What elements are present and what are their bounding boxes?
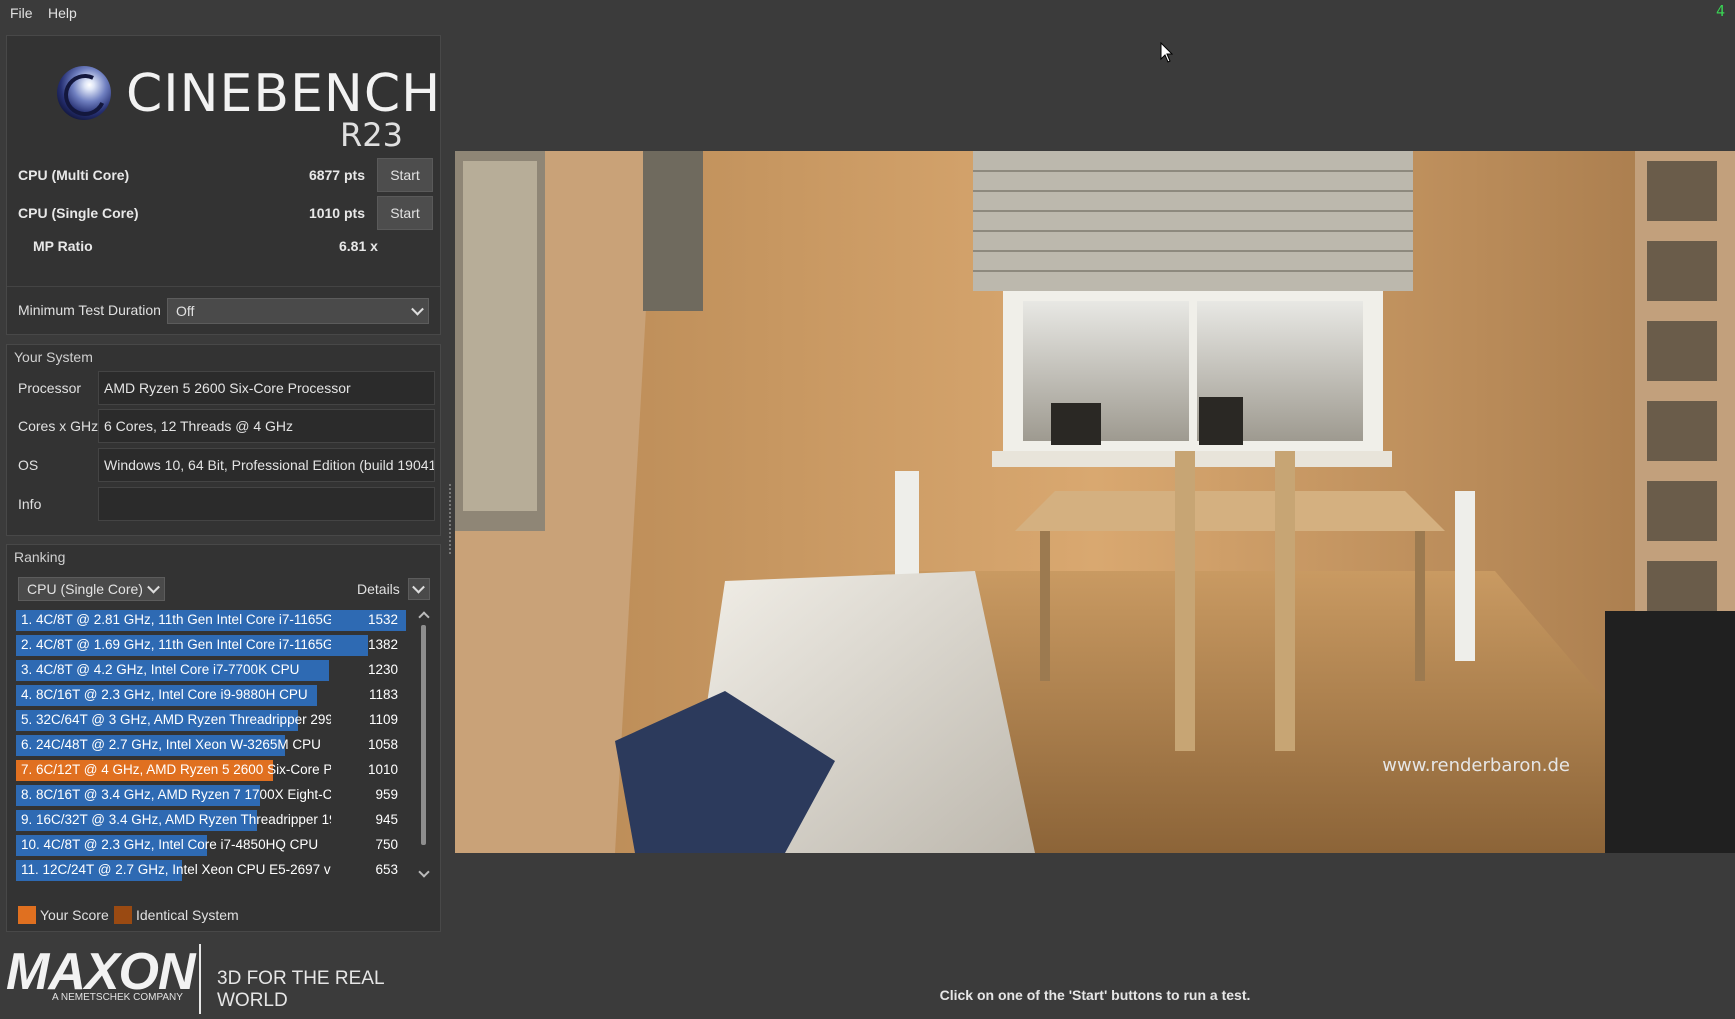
logo-version: R23 — [340, 116, 403, 154]
mp-ratio-value: 6.81 x — [339, 238, 378, 254]
ranking-item-label: 7. 6C/12T @ 4 GHz, AMD Ryzen 5 2600 Six-… — [21, 762, 331, 777]
ranking-item-label: 2. 4C/8T @ 1.69 GHz, 11th Gen Intel Core… — [21, 637, 331, 652]
ranking-list: 1. 4C/8T @ 2.81 GHz, 11th Gen Intel Core… — [16, 609, 416, 883]
cinebench-logo: CINEBENCH R23 — [51, 50, 440, 160]
rendered-room-image: www.renderbaron.de — [455, 151, 1735, 853]
ranking-item[interactable]: 3. 4C/8T @ 4.2 GHz, Intel Core i7-7700K … — [16, 659, 416, 682]
ranking-item-score: 1010 — [367, 762, 398, 777]
maxon-tagline: 3D FOR THE REAL WORLD — [217, 968, 384, 1011]
ranking-item[interactable]: 7. 6C/12T @ 4 GHz, AMD Ryzen 5 2600 Six-… — [16, 759, 416, 782]
ranking-item-label: 3. 4C/8T @ 4.2 GHz, Intel Core i7-7700K … — [21, 662, 300, 677]
benchmark-panel: CINEBENCH R23 CPU (Multi Core) 6877 pts … — [6, 35, 441, 335]
ranking-item-label: 10. 4C/8T @ 2.3 GHz, Intel Core i7-4850H… — [21, 837, 319, 852]
ranking-mode-value: CPU (Single Core) — [27, 581, 143, 597]
render-watermark: www.renderbaron.de — [1382, 755, 1570, 776]
ranking-mode-select[interactable]: CPU (Single Core) — [18, 577, 165, 601]
ranking-item-score: 959 — [375, 787, 398, 802]
your-score-swatch — [18, 906, 36, 924]
identical-system-swatch — [114, 906, 132, 924]
cores-label: Cores x GHz — [18, 418, 99, 434]
render-viewport[interactable]: www.renderbaron.de — [455, 151, 1735, 853]
score-row-single: CPU (Single Core) 1010 pts Start — [18, 196, 433, 230]
ranking-item-score: 1532 — [367, 612, 398, 627]
brand-divider — [199, 944, 201, 1014]
chevron-down-icon — [411, 302, 424, 316]
cores-field[interactable]: 6 Cores, 12 Threads @ 4 GHz — [98, 409, 435, 443]
divider — [7, 286, 440, 287]
single-core-score: 1010 pts — [308, 205, 365, 221]
ranking-item[interactable]: 6. 24C/48T @ 2.7 GHz, Intel Xeon W-3265M… — [16, 734, 416, 757]
ranking-item-score: 1109 — [368, 712, 398, 727]
ranking-item-score: 1183 — [368, 687, 398, 702]
maxon-subtitle: A NEMETSCHEK COMPANY — [52, 992, 183, 1003]
menu-help[interactable]: Help — [48, 5, 77, 21]
ranking-item-score: 1058 — [367, 737, 398, 752]
ranking-item-label: 4. 8C/16T @ 2.3 GHz, Intel Core i9-9880H… — [21, 687, 308, 702]
processor-field[interactable]: AMD Ryzen 5 2600 Six-Core Processor — [98, 371, 435, 405]
ranking-item-label: 9. 16C/32T @ 3.4 GHz, AMD Ryzen Threadri… — [21, 812, 331, 827]
details-toggle-button[interactable] — [408, 578, 430, 600]
scrollbar-thumb[interactable] — [421, 625, 426, 845]
ranking-item-score: 1230 — [367, 662, 398, 677]
ranking-title: Ranking — [14, 549, 66, 565]
details-label: Details — [357, 581, 400, 597]
status-message: Click on one of the 'Start' buttons to r… — [939, 987, 1251, 1003]
info-field[interactable] — [98, 487, 435, 521]
ranking-item-score: 750 — [375, 837, 398, 852]
your-score-legend-label: Your Score — [40, 907, 109, 923]
ranking-item-score: 653 — [375, 862, 398, 877]
ranking-item-score: 945 — [375, 812, 398, 827]
ranking-item-label: 5. 32C/64T @ 3 GHz, AMD Ryzen Threadripp… — [21, 712, 331, 727]
menu-bar: File Help 4 — [0, 0, 1735, 28]
mouse-cursor-icon — [1160, 42, 1174, 63]
chevron-down-icon — [147, 580, 160, 594]
ranking-item-label: 11. 12C/24T @ 2.7 GHz, Intel Xeon CPU E5… — [21, 862, 331, 877]
info-label: Info — [18, 496, 42, 512]
ranking-scrollbar[interactable] — [416, 609, 432, 883]
single-core-start-button[interactable]: Start — [377, 196, 433, 230]
score-row-multi: CPU (Multi Core) 6877 pts Start — [18, 158, 433, 192]
ranking-item[interactable]: 8. 8C/16T @ 3.4 GHz, AMD Ryzen 7 1700X E… — [16, 784, 416, 807]
ranking-item[interactable]: 1. 4C/8T @ 2.81 GHz, 11th Gen Intel Core… — [16, 609, 416, 632]
min-test-duration-select[interactable]: Off — [167, 298, 429, 324]
system-row-cores: Cores x GHz 6 Cores, 12 Threads @ 4 GHz — [18, 409, 435, 443]
ranking-item[interactable]: 9. 16C/32T @ 3.4 GHz, AMD Ryzen Threadri… — [16, 809, 416, 832]
multi-core-label: CPU (Multi Core) — [18, 167, 130, 183]
system-row-processor: Processor AMD Ryzen 5 2600 Six-Core Proc… — [18, 371, 435, 405]
single-core-label: CPU (Single Core) — [18, 205, 139, 221]
system-row-os: OS Windows 10, 64 Bit, Professional Edit… — [18, 448, 435, 482]
system-row-info: Info — [18, 487, 435, 521]
system-panel: Your System Processor AMD Ryzen 5 2600 S… — [6, 344, 441, 536]
ranking-item[interactable]: 10. 4C/8T @ 2.3 GHz, Intel Core i7-4850H… — [16, 834, 416, 857]
maxon-brand: MAXON A NEMETSCHEK COMPANY 3D FOR THE RE… — [6, 942, 446, 1017]
processor-label: Processor — [18, 380, 82, 396]
scroll-down-arrow-icon[interactable] — [418, 866, 430, 878]
ranking-item-label: 8. 8C/16T @ 3.4 GHz, AMD Ryzen 7 1700X E… — [21, 787, 331, 802]
ranking-item-score: 1382 — [367, 637, 398, 652]
system-title: Your System — [14, 349, 93, 365]
os-field[interactable]: Windows 10, 64 Bit, Professional Edition… — [98, 448, 435, 482]
chevron-down-icon — [412, 580, 425, 594]
scroll-up-arrow-icon[interactable] — [418, 611, 430, 623]
menu-file[interactable]: File — [10, 5, 33, 21]
os-label: OS — [18, 457, 39, 473]
min-test-duration-label: Minimum Test Duration — [18, 302, 161, 318]
multi-core-score: 6877 pts — [308, 167, 365, 183]
min-test-duration-value: Off — [176, 303, 195, 319]
panel-splitter-handle[interactable] — [449, 484, 454, 554]
ranking-item[interactable]: 5. 32C/64T @ 3 GHz, AMD Ryzen Threadripp… — [16, 709, 416, 732]
corner-indicator: 4 — [1715, 2, 1725, 20]
ranking-item[interactable]: 2. 4C/8T @ 1.69 GHz, 11th Gen Intel Core… — [16, 634, 416, 657]
ranking-item-label: 1. 4C/8T @ 2.81 GHz, 11th Gen Intel Core… — [21, 612, 331, 627]
ranking-item-label: 6. 24C/48T @ 2.7 GHz, Intel Xeon W-3265M… — [21, 737, 321, 752]
mp-ratio-label: MP Ratio — [33, 238, 93, 254]
ranking-panel: Ranking CPU (Single Core) Details 1. 4C/… — [6, 544, 441, 932]
logo-name: CINEBENCH — [126, 64, 442, 124]
identical-system-legend-label: Identical System — [136, 907, 239, 923]
multi-core-start-button[interactable]: Start — [377, 158, 433, 192]
ranking-item[interactable]: 11. 12C/24T @ 2.7 GHz, Intel Xeon CPU E5… — [16, 859, 416, 882]
ranking-item[interactable]: 4. 8C/16T @ 2.3 GHz, Intel Core i9-9880H… — [16, 684, 416, 707]
